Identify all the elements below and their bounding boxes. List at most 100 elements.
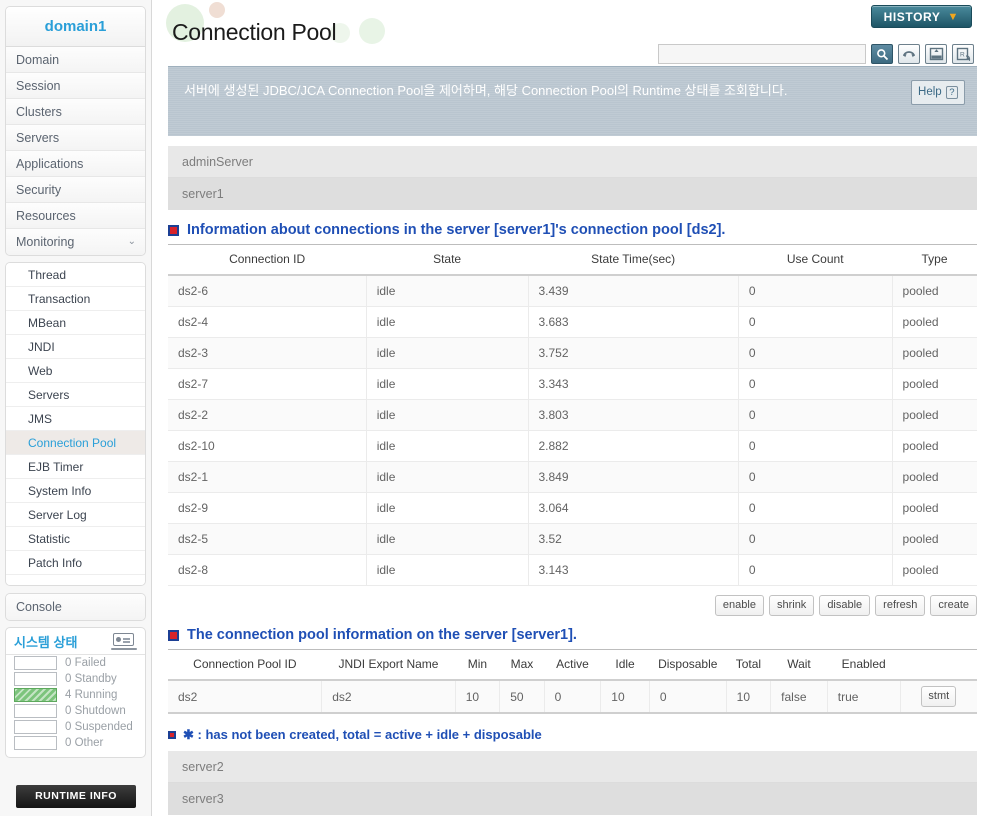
shrink-button[interactable]: shrink <box>768 595 815 616</box>
disable-button[interactable]: disable <box>819 595 871 616</box>
enable-button[interactable]: enable <box>714 595 764 616</box>
sidebar-item-resources[interactable]: Resources <box>6 203 145 229</box>
sidebar-subitem-patch-info[interactable]: Patch Info <box>6 551 145 575</box>
sidebar-subitem-label: JMS <box>28 412 52 426</box>
server-name: server3 <box>182 792 224 806</box>
table-row[interactable]: ds2-7 idle 3.343 0 pooled <box>168 368 977 400</box>
table-row[interactable]: ds2-9 idle 3.064 0 pooled <box>168 492 977 524</box>
table-row[interactable]: ds2-10 idle 2.882 0 pooled <box>168 430 977 462</box>
sidebar-subitem-label: System Info <box>28 484 92 498</box>
sidebar-subitem-server-log[interactable]: Server Log <box>6 503 145 527</box>
help-button[interactable]: Help ? <box>911 80 965 105</box>
column-header: Connection Pool ID <box>168 650 322 681</box>
section-marker-icon <box>168 731 176 739</box>
info-banner-text: 서버에 생성된 JDBC/JCA Connection Pool을 제어하며, … <box>184 83 788 98</box>
column-header: Enabled <box>827 650 901 681</box>
sidebar-item-servers[interactable]: Servers <box>6 125 145 151</box>
column-header: State Time(sec) <box>528 245 739 276</box>
sidebar-item-label: Applications <box>16 157 84 171</box>
table-cell: 0 <box>738 523 893 555</box>
sidebar-item-domain[interactable]: Domain <box>6 47 145 73</box>
sidebar-subitem-jndi[interactable]: JNDI <box>6 335 145 359</box>
sidebar-item-label: Session <box>16 79 61 93</box>
table-cell: 10 <box>600 680 650 714</box>
connections-section-title: Information about connections in the ser… <box>187 222 726 238</box>
column-header: Disposable <box>649 650 727 681</box>
table-row[interactable]: ds2-2 idle 3.803 0 pooled <box>168 399 977 431</box>
sidebar-subitem-transaction[interactable]: Transaction <box>6 287 145 311</box>
history-button[interactable]: HISTORY ▼ <box>870 5 972 28</box>
connections-action-buttons: enable shrink disable refresh create <box>168 595 977 616</box>
sidebar-item-clusters[interactable]: Clusters <box>6 99 145 125</box>
table-cell: ds2-7 <box>168 368 367 400</box>
sidebar-item-monitoring[interactable]: Monitoring ⌄ <box>6 229 145 255</box>
search-input[interactable] <box>658 44 866 64</box>
table-cell: 0 <box>738 337 893 369</box>
table-cell: 0 <box>738 368 893 400</box>
sidebar-subitem-statistic[interactable]: Statistic <box>6 527 145 551</box>
pool-section-title: The connection pool information on the s… <box>187 627 577 643</box>
column-header: JNDI Export Name <box>321 650 456 681</box>
footnote-text: ✱ : has not been created, total = active… <box>183 727 542 742</box>
pool-section-header: The connection pool information on the s… <box>168 627 977 650</box>
decorative-circle-icon <box>209 2 225 18</box>
export-xml-icon[interactable] <box>925 44 947 64</box>
table-cell: idle <box>366 461 529 493</box>
sidebar-subitem-thread[interactable]: Thread <box>6 263 145 287</box>
server-row[interactable]: server2 <box>168 751 977 783</box>
table-row[interactable]: ds2-4 idle 3.683 0 pooled <box>168 306 977 338</box>
server-row[interactable]: adminServer <box>168 146 977 178</box>
sidebar-subitem-jms[interactable]: JMS <box>6 407 145 431</box>
submenu-spacer <box>6 575 145 585</box>
status-bar <box>14 688 57 702</box>
sidebar-subitem-mbean[interactable]: MBean <box>6 311 145 335</box>
status-bar <box>14 656 57 670</box>
sidebar-item-security[interactable]: Security <box>6 177 145 203</box>
sidebar-subitem-system-info[interactable]: System Info <box>6 479 145 503</box>
connections-section-header: Information about connections in the ser… <box>168 222 977 245</box>
table-row[interactable]: ds2-8 idle 3.143 0 pooled <box>168 554 977 586</box>
sidebar-subitem-label: EJB Timer <box>28 460 84 474</box>
table-row[interactable]: ds2-6 idle 3.439 0 pooled <box>168 275 977 307</box>
column-header: Use Count <box>738 245 893 276</box>
server-row[interactable]: server3 <box>168 783 977 815</box>
column-header: Min <box>455 650 500 681</box>
status-bar <box>14 672 57 686</box>
create-button[interactable]: create <box>930 595 977 616</box>
table-cell: ds2-2 <box>168 399 367 431</box>
server-row[interactable]: server1 <box>168 178 977 210</box>
table-cell: 0 <box>738 492 893 524</box>
system-status-list: 0 Failed 0 Standby 4 Running 0 Shutdown 0 Su… <box>6 655 145 751</box>
search-icon[interactable] <box>871 44 893 64</box>
sidebar-nav-card: domain1 Domain Session Clusters Servers Appl… <box>5 6 146 256</box>
table-cell: ds2-6 <box>168 275 367 307</box>
table-row[interactable]: ds2 ds2 10 50 0 10 0 10 false true stmt <box>168 680 977 714</box>
table-row[interactable]: ds2-3 idle 3.752 0 pooled <box>168 337 977 369</box>
table-cell: pooled <box>892 368 977 400</box>
runtime-info-button[interactable]: RUNTIME INFO <box>16 785 136 808</box>
sidebar-item-session[interactable]: Session <box>6 73 145 99</box>
table-cell: 0 <box>738 275 893 307</box>
sidebar-subitem-servers[interactable]: Servers <box>6 383 145 407</box>
top-bar: Connection Pool HISTORY ▼ R <box>152 0 985 66</box>
laptop-icon[interactable] <box>111 633 137 650</box>
table-header-row: Connection Pool ID JNDI Export Name Min Max… <box>168 650 977 681</box>
sidebar-subitem-connection-pool[interactable]: Connection Pool <box>6 431 145 455</box>
stmt-button[interactable]: stmt <box>921 686 957 707</box>
app-root: domain1 Domain Session Clusters Servers Appl… <box>0 0 985 816</box>
refresh-button[interactable]: refresh <box>875 595 926 616</box>
table-cell: 0 <box>738 554 893 586</box>
sidebar-subitem-ejb-timer[interactable]: EJB Timer <box>6 455 145 479</box>
server-name: server1 <box>182 187 224 201</box>
export-report-icon[interactable]: R <box>952 44 974 64</box>
sidebar-item-console[interactable]: Console <box>6 594 145 620</box>
connections-table-body: ds2-6 idle 3.439 0 pooled ds2-4 idle 3.683 0 pool… <box>168 275 977 586</box>
sidebar-subitem-web[interactable]: Web <box>6 359 145 383</box>
section-marker-icon <box>168 224 179 236</box>
sidebar-item-applications[interactable]: Applications <box>6 151 145 177</box>
refresh-loop-icon[interactable] <box>898 44 920 64</box>
table-cell: 3.064 <box>528 492 739 524</box>
table-row[interactable]: ds2-5 idle 3.52 0 pooled <box>168 523 977 555</box>
table-row[interactable]: ds2-1 idle 3.849 0 pooled <box>168 461 977 493</box>
column-header: Max <box>499 650 545 681</box>
